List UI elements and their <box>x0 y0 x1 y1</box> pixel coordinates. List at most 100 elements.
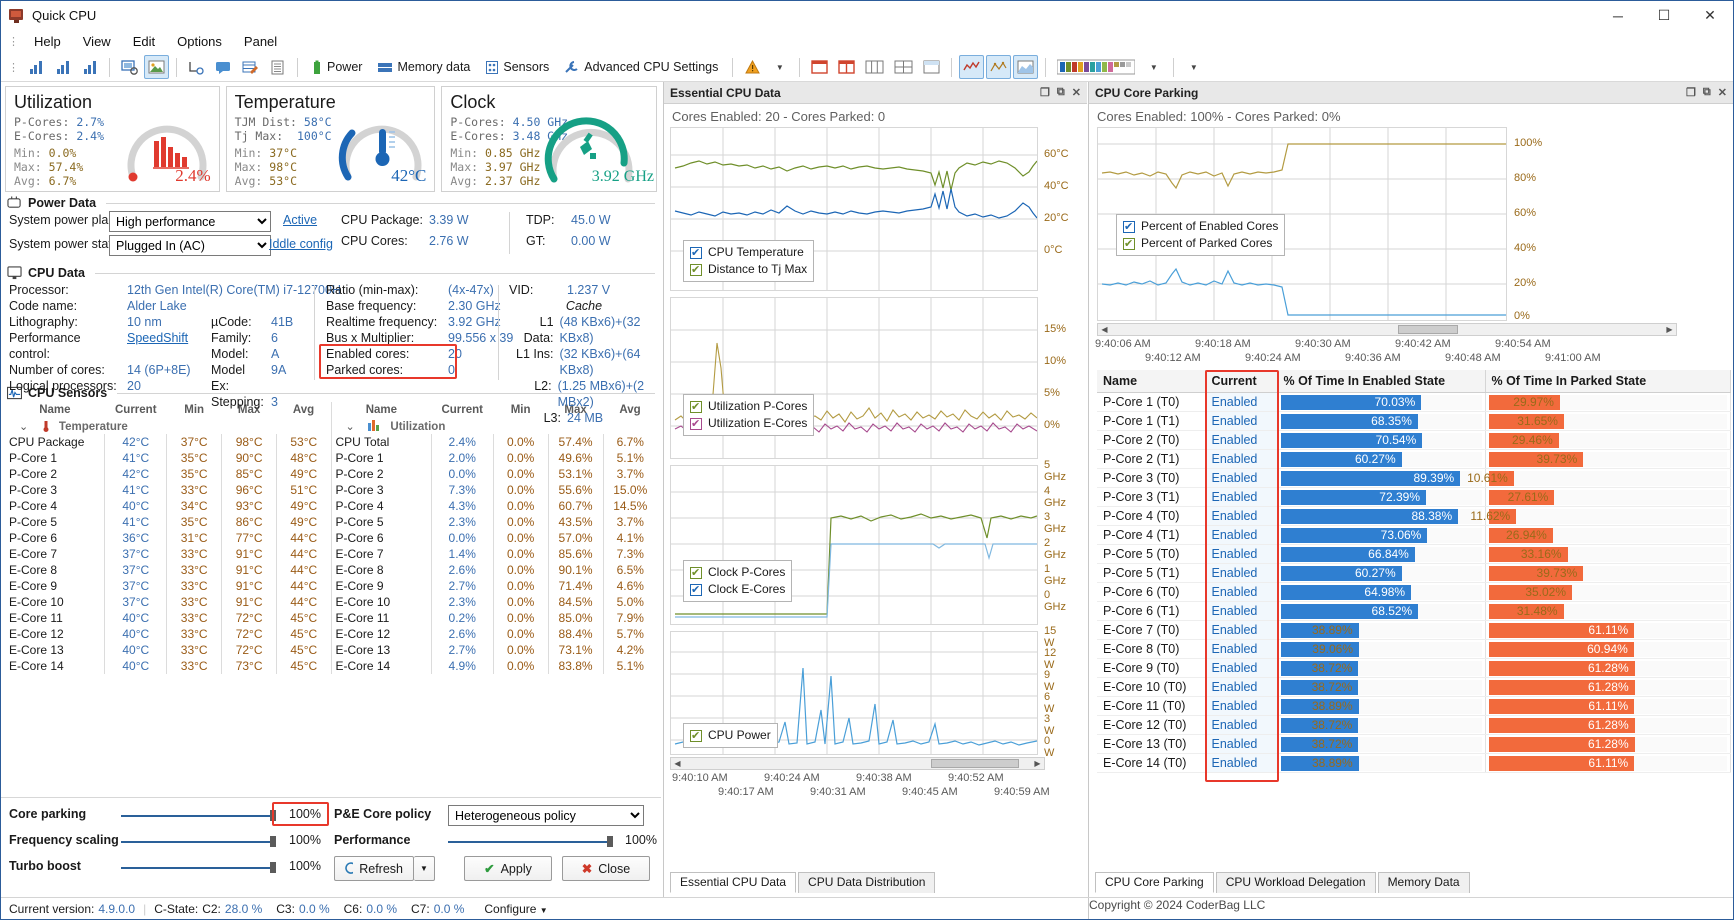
turbo-boost-slider[interactable] <box>121 860 276 874</box>
menu-item-options[interactable]: Options <box>167 32 232 51</box>
table-row[interactable]: E-Core 9 (T0)Enabled38.72%61.28% <box>1097 659 1731 678</box>
performance-slider[interactable] <box>448 834 613 848</box>
table-row[interactable]: E-Core 1140°C33°C72°C45°C <box>5 610 331 626</box>
active-link[interactable]: Active <box>283 213 317 227</box>
layout-three-icon[interactable] <box>861 55 888 79</box>
table-row[interactable]: P-Core 52.3%0.0%43.5%3.7% <box>332 514 658 530</box>
legend-cpu-power[interactable]: CPU Power <box>690 727 771 744</box>
table-row[interactable]: P-Core 3 (T1)Enabled72.39%27.61% <box>1097 488 1731 507</box>
parking-horizontal-scrollbar[interactable]: ◀ ▶ <box>1097 323 1677 336</box>
pe-core-policy-select[interactable]: Heterogeneous policy <box>448 805 644 826</box>
table-row[interactable]: P-Core 1 (T0)Enabled70.03%29.97% <box>1097 393 1731 412</box>
table-row[interactable]: E-Core 1240°C33°C72°C45°C <box>5 626 331 642</box>
layout-split-icon[interactable] <box>834 55 859 79</box>
refresh-button[interactable]: Refresh <box>334 856 414 881</box>
core-parking-slider[interactable] <box>121 808 276 822</box>
idle-config-link[interactable]: Iddle config <box>269 237 333 251</box>
clock-ecores-checkbox[interactable] <box>690 584 702 596</box>
table-row[interactable]: P-Core 60.0%0.0%57.0%4.1% <box>332 530 658 546</box>
clock-chart[interactable]: Clock P-Cores Clock E-Cores <box>670 465 1038 625</box>
chart-bars-1-icon[interactable] <box>23 55 48 79</box>
table-row[interactable]: CPU Package42°C37°C98°C53°C <box>5 434 331 450</box>
scroll-left-arrow-icon[interactable]: ◀ <box>671 759 684 768</box>
legend-util-ecores[interactable]: Utilization E-Cores <box>690 415 807 432</box>
chevron-down-icon-2[interactable]: ⌄ <box>346 421 355 433</box>
table-row[interactable]: E-Core 11 (T0)Enabled38.89%61.11% <box>1097 697 1731 716</box>
frequency-scaling-slider[interactable] <box>121 834 276 848</box>
legend-util-pcores[interactable]: Utilization P-Cores <box>690 398 807 415</box>
menu-item-help[interactable]: Help <box>24 32 71 51</box>
legend-clock-ecores[interactable]: Clock E-Cores <box>690 581 785 598</box>
table-row[interactable]: E-Core 132.7%0.0%73.1%4.2% <box>332 642 658 658</box>
mid-horizontal-scrollbar[interactable]: ◀ ▶ <box>670 757 1045 770</box>
table-row[interactable]: P-Core 2 (T0)Enabled70.54%29.46% <box>1097 431 1731 450</box>
tab-cpu-workload-delegation[interactable]: CPU Workload Delegation <box>1216 872 1376 893</box>
graph-scatter-icon[interactable] <box>986 55 1011 79</box>
table-row[interactable]: P-Core 3 (T0)Enabled89.39%10.61% <box>1097 469 1731 488</box>
list-icon[interactable] <box>265 55 290 79</box>
table-row[interactable]: P-Core 440°C34°C93°C49°C <box>5 498 331 514</box>
menu-item-view[interactable]: View <box>73 32 121 51</box>
essential-panel-pin-button[interactable]: ⧉ <box>1057 86 1065 99</box>
memory-data-button[interactable]: Memory data <box>371 55 477 79</box>
palette-dropdown-arrow[interactable]: ▼ <box>1141 55 1166 79</box>
layout-wide-icon[interactable] <box>919 55 944 79</box>
table-row[interactable]: P-Core 4 (T0)Enabled88.38%11.62% <box>1097 507 1731 526</box>
table-row[interactable]: P-Core 541°C35°C86°C49°C <box>5 514 331 530</box>
power-plan-select[interactable]: High performance <box>109 211 271 232</box>
layout-single-icon[interactable] <box>807 55 832 79</box>
maximize-button[interactable]: ☐ <box>1641 1 1687 30</box>
core-settings-icon[interactable] <box>184 55 209 79</box>
table-row[interactable]: P-Core 141°C35°C90°C48°C <box>5 450 331 466</box>
essential-panel-close-button[interactable]: ✕ <box>1072 86 1081 99</box>
more-options-arrow[interactable]: ▼ <box>1181 55 1206 79</box>
cpu-temperature-checkbox[interactable] <box>690 247 702 259</box>
legend-percent-parked[interactable]: Percent of Parked Cores <box>1123 235 1278 252</box>
table-row[interactable]: P-Core 5 (T1)Enabled60.27%39.73% <box>1097 564 1731 583</box>
chart-bars-3-icon[interactable] <box>77 55 102 79</box>
grid-edit-icon[interactable] <box>238 55 263 79</box>
parking-panel-pin-button[interactable]: ⧉ <box>1703 86 1711 99</box>
table-row[interactable]: P-Core 44.3%0.0%60.7%14.5% <box>332 498 658 514</box>
tab-memory-data[interactable]: Memory Data <box>1378 872 1470 893</box>
configure-button[interactable]: Configure ▼ <box>484 902 547 916</box>
minimize-button[interactable]: ─ <box>1595 1 1641 30</box>
temp-chart[interactable]: CPU Temperature Distance to Tj Max <box>670 127 1038 291</box>
tab-essential-cpu-data[interactable]: Essential CPU Data <box>670 872 796 893</box>
essential-panel-float-button[interactable]: ❐ <box>1040 86 1050 99</box>
sensors-button[interactable]: Sensors <box>479 55 556 79</box>
parking-scroll-left-arrow-icon[interactable]: ◀ <box>1098 325 1111 334</box>
power-chart[interactable]: CPU Power <box>670 631 1038 755</box>
table-row[interactable]: P-Core 341°C33°C96°C51°C <box>5 482 331 498</box>
table-row[interactable]: CPU Total2.4%0.0%57.4%6.7% <box>332 434 658 450</box>
menu-item-edit[interactable]: Edit <box>123 32 165 51</box>
parking-panel-float-button[interactable]: ❐ <box>1686 86 1696 99</box>
mid-scroll-thumb[interactable] <box>931 759 1019 768</box>
table-row[interactable]: E-Core 82.6%0.0%90.1%6.5% <box>332 562 658 578</box>
layout-grid-icon[interactable] <box>890 55 917 79</box>
table-row[interactable]: E-Core 937°C33°C91°C44°C <box>5 578 331 594</box>
table-row[interactable]: E-Core 71.4%0.0%85.6%7.3% <box>332 546 658 562</box>
warning-triangle-icon[interactable] <box>740 55 765 79</box>
table-row[interactable]: E-Core 7 (T0)Enabled38.89%61.11% <box>1097 621 1731 640</box>
image-view-icon[interactable] <box>144 55 169 79</box>
graph-area-icon[interactable] <box>1013 55 1038 79</box>
table-row[interactable]: P-Core 2 (T1)Enabled60.27%39.73% <box>1097 450 1731 469</box>
table-row[interactable]: P-Core 6 (T1)Enabled68.52%31.48% <box>1097 602 1731 621</box>
cpu-power-checkbox[interactable] <box>690 730 702 742</box>
table-row[interactable]: E-Core 1440°C33°C73°C45°C <box>5 658 331 674</box>
chevron-down-icon[interactable]: ⌄ <box>19 421 28 433</box>
table-row[interactable]: E-Core 110.2%0.0%85.0%7.9% <box>332 610 658 626</box>
parking-panel-close-button[interactable]: ✕ <box>1718 86 1727 99</box>
power-button[interactable]: Power <box>305 55 369 79</box>
table-row[interactable]: E-Core 737°C33°C91°C44°C <box>5 546 331 562</box>
legend-clock-pcores[interactable]: Clock P-Cores <box>690 564 785 581</box>
advanced-cpu-settings-button[interactable]: Advanced CPU Settings <box>558 55 725 79</box>
table-row[interactable]: E-Core 92.7%0.0%71.4%4.6% <box>332 578 658 594</box>
menu-item-panel[interactable]: Panel <box>234 32 287 51</box>
percent-enabled-checkbox[interactable] <box>1123 221 1135 233</box>
monitor-settings-icon[interactable] <box>117 55 142 79</box>
table-row[interactable]: P-Core 1 (T1)Enabled68.35%31.65% <box>1097 412 1731 431</box>
legend-percent-enabled[interactable]: Percent of Enabled Cores <box>1123 218 1278 235</box>
parking-chart[interactable]: Percent of Enabled Cores Percent of Park… <box>1097 127 1507 321</box>
